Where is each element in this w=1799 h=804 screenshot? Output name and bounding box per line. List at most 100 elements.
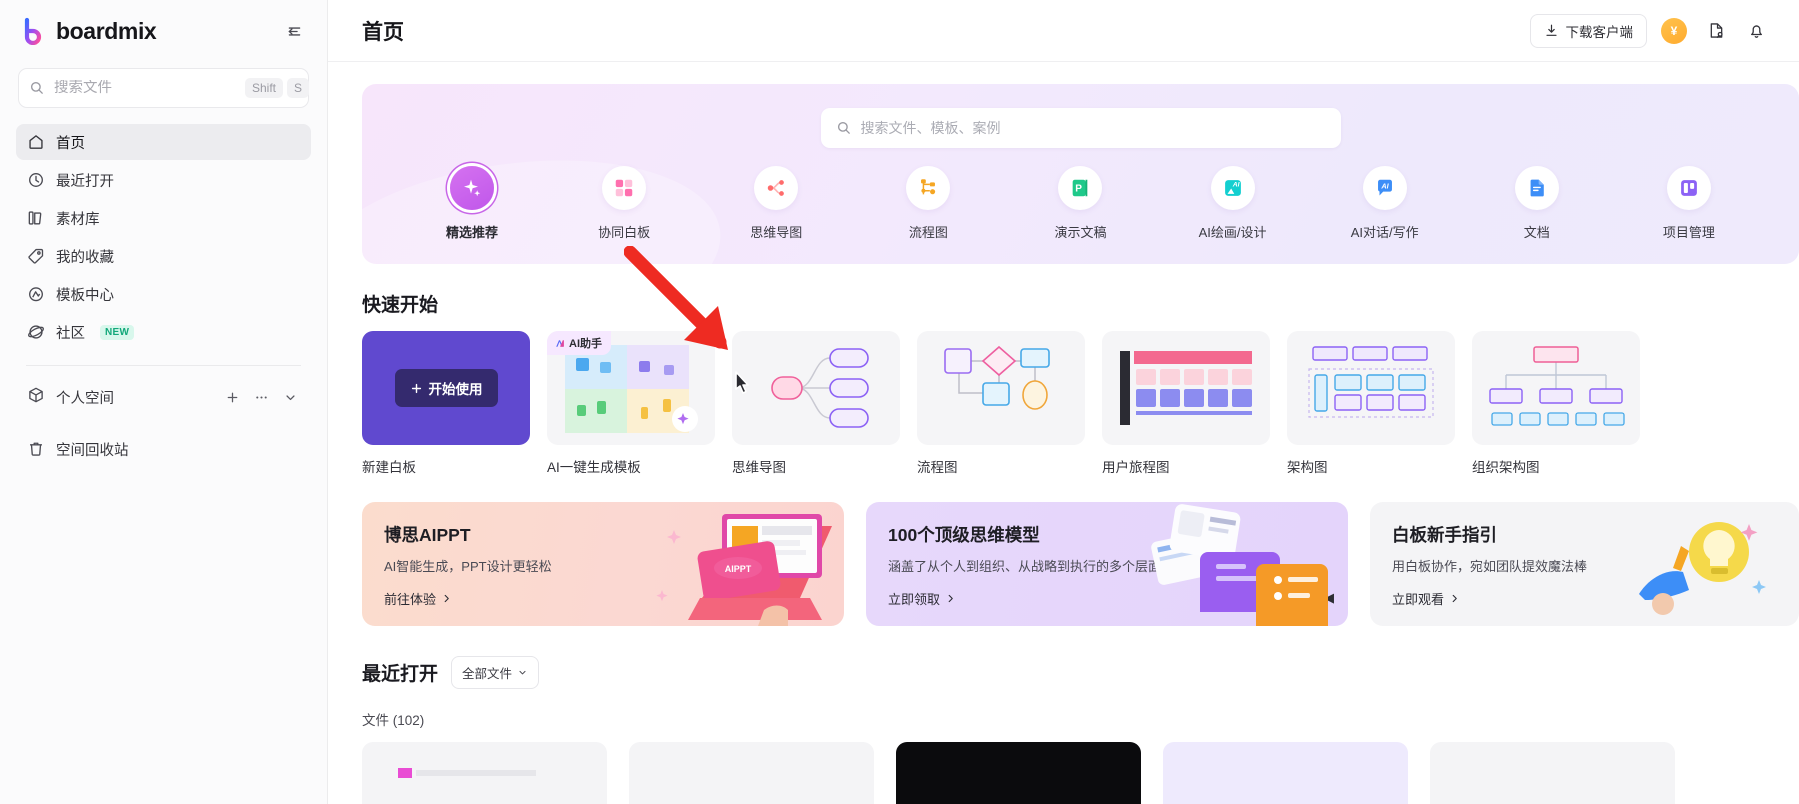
journey-map-thumb <box>1120 351 1252 425</box>
scroll-region: 精选推荐 协同白板 思维导图 <box>328 62 1799 804</box>
promo-subtitle: AI智能生成，PPT设计更轻松 <box>384 559 552 574</box>
category-featured[interactable]: 精选推荐 <box>422 166 522 241</box>
start-using-button[interactable]: 开始使用 <box>394 369 498 407</box>
boardmix-logo-icon <box>24 17 42 45</box>
plus-icon[interactable] <box>222 387 242 407</box>
card-thumb: 开始使用 <box>362 331 530 445</box>
category-label: 项目管理 <box>1662 225 1715 240</box>
quick-start-card-ai-template[interactable]: AI助手 AI一键生成模板 <box>547 331 715 476</box>
file-card[interactable] <box>896 742 1141 804</box>
mindmap-thumb <box>771 348 869 428</box>
ai-chat-icon: AI <box>1362 166 1407 210</box>
sidebar-item-label: 空间回收站 <box>56 442 129 459</box>
sidebar-item-home[interactable]: 首页 <box>16 124 311 160</box>
chevron-down-icon[interactable] <box>280 387 300 407</box>
category-row: 精选推荐 协同白板 思维导图 流程图 P 演示文稿 AI AI绘画/设计 AI … <box>362 166 1799 241</box>
category-label: 演示文稿 <box>1054 225 1107 240</box>
search-input[interactable] <box>54 80 241 96</box>
promo-title: 白板新手指引 <box>1392 525 1497 545</box>
category-flowchart[interactable]: 流程图 <box>878 166 978 241</box>
document-link-icon[interactable] <box>1701 16 1731 46</box>
hero-search-input[interactable] <box>860 120 1326 136</box>
promo-cta[interactable]: 前往体验 <box>384 589 452 608</box>
category-label: AI对话/写作 <box>1350 225 1419 240</box>
file-card[interactable] <box>1430 742 1675 804</box>
chevron-right-icon <box>1452 594 1457 603</box>
brand-name: boardmix <box>56 17 157 44</box>
promo-cta[interactable]: 立即观看 <box>1392 589 1460 608</box>
quick-start-card-mindmap[interactable]: 思维导图 <box>732 331 900 476</box>
sidebar-item-recent[interactable]: 最近打开 <box>16 162 311 198</box>
hero-search[interactable] <box>820 108 1341 148</box>
quick-start-card-new-board[interactable]: 开始使用 新建白板 <box>362 331 530 476</box>
trash-icon <box>27 440 45 458</box>
promo-card-guide[interactable]: 白板新手指引 用白板协作，宛如团队提效魔法棒 立即观看 <box>1370 502 1799 626</box>
more-dots-icon[interactable] <box>251 387 271 407</box>
promo-card-models[interactable]: 100个顶级思维模型 涵盖了从个人到组织、从战略到执行的多个层面 立即领取 ◀ <box>866 502 1348 626</box>
quick-start-row: 开始使用 新建白板 AI助手 AI一键生成模板 思维导图 流程图 用户旅程图 架… <box>362 331 1799 476</box>
quick-start-card-architecture[interactable]: 架构图 <box>1287 331 1455 476</box>
card-thumb <box>732 331 900 445</box>
sidebar-item-trash[interactable]: 空间回收站 <box>16 431 311 467</box>
category-label: 流程图 <box>908 225 948 240</box>
category-label: 协同白板 <box>598 225 651 240</box>
category-presentation[interactable]: P 演示文稿 <box>1030 166 1130 241</box>
flowchart-icon <box>906 166 951 210</box>
space-label: 个人空间 <box>56 390 114 407</box>
category-document[interactable]: 文档 <box>1487 166 1587 241</box>
category-ai-chat[interactable]: AI AI对话/写作 <box>1335 166 1435 241</box>
chevron-right-icon <box>948 594 953 603</box>
promo-title: 博思AIPPT <box>384 525 471 545</box>
download-client-button[interactable]: 下载客户端 <box>1529 13 1647 48</box>
sidebar: boardmix Shift S 首页 最近打开 <box>0 0 328 804</box>
category-label: 精选推荐 <box>446 225 499 240</box>
sidebar-personal-space[interactable]: 个人空间 <box>16 379 311 415</box>
promo-cta[interactable]: 立即领取 <box>888 589 956 608</box>
carousel-prev-button[interactable]: ◀ <box>1324 590 1334 606</box>
category-label: 思维导图 <box>750 225 803 240</box>
file-count-label: 文件 (102) <box>362 713 425 728</box>
recent-title: 最近打开 <box>362 664 439 685</box>
svg-text:AI: AI <box>1231 182 1239 189</box>
category-mindmap[interactable]: 思维导图 <box>726 166 826 241</box>
quick-start-card-org-chart[interactable]: 组织架构图 <box>1472 331 1640 476</box>
file-thumb <box>398 768 536 778</box>
sidebar-item-favorites[interactable]: 我的收藏 <box>16 238 311 274</box>
category-whiteboard[interactable]: 协同白板 <box>574 166 674 241</box>
file-card[interactable] <box>362 742 607 804</box>
quick-start-card-journey[interactable]: 用户旅程图 <box>1102 331 1270 476</box>
promo-card-aippt[interactable]: 博思AIPPT AI智能生成，PPT设计更轻松 前往体验 AIPPT <box>362 502 844 626</box>
sidebar-item-library[interactable]: 素材库 <box>16 200 311 236</box>
chevron-right-icon <box>444 594 449 603</box>
sidebar-item-community[interactable]: 社区 NEW <box>16 314 311 350</box>
ai-assistant-badge: AI助手 <box>547 331 611 355</box>
sidebar-item-label: 素材库 <box>56 211 100 228</box>
sidebar-item-label: 模板中心 <box>56 287 114 304</box>
architecture-thumb <box>1308 346 1434 418</box>
file-filter-dropdown[interactable]: 全部文件 <box>451 656 540 689</box>
coin-icon[interactable]: ¥ <box>1661 17 1687 44</box>
flowchart-thumb <box>944 345 1050 410</box>
category-project[interactable]: 项目管理 <box>1639 166 1739 241</box>
org-chart-thumb <box>1489 346 1625 426</box>
sidebar-search[interactable]: Shift S <box>18 68 310 108</box>
quick-start-card-flowchart[interactable]: 流程图 <box>917 331 1085 476</box>
sidebar-item-label: 社区 <box>56 325 85 342</box>
sidebar-item-label: 首页 <box>56 135 85 152</box>
clock-icon <box>27 171 45 189</box>
collapse-panel-icon[interactable] <box>281 18 307 44</box>
sidebar-item-label: 我的收藏 <box>56 249 114 266</box>
card-thumb <box>1472 331 1640 445</box>
cube-icon <box>27 386 45 408</box>
card-label: 思维导图 <box>732 460 786 475</box>
category-label: 文档 <box>1523 225 1550 240</box>
filter-label: 全部文件 <box>462 667 513 681</box>
card-thumb: AI助手 <box>547 331 715 445</box>
category-ai-design[interactable]: AI AI绘画/设计 <box>1183 166 1283 241</box>
file-card[interactable] <box>1163 742 1408 804</box>
sidebar-item-templates[interactable]: 模板中心 <box>16 276 311 312</box>
bell-icon[interactable] <box>1741 16 1771 46</box>
hero-banner: 精选推荐 协同白板 思维导图 <box>362 84 1799 264</box>
file-card[interactable] <box>629 742 874 804</box>
document-icon <box>1514 166 1559 210</box>
